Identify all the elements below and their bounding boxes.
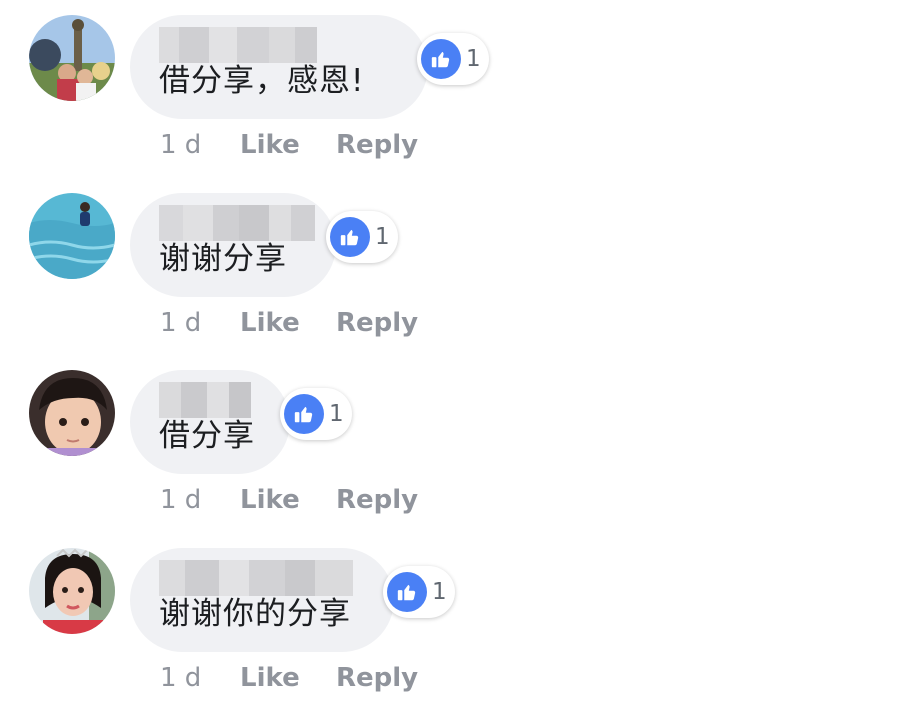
comment-actions: 1 d Like Reply <box>160 658 418 698</box>
author-name-blurred[interactable] <box>159 560 353 596</box>
comment-actions: 1 d Like Reply <box>160 480 418 520</box>
like-link[interactable]: Like <box>240 130 336 160</box>
thumbs-up-icon <box>284 394 324 434</box>
like-link[interactable]: Like <box>240 308 336 338</box>
avatar[interactable] <box>29 15 115 101</box>
comment-text: 借分享 <box>159 418 255 454</box>
comment-actions: 1 d Like Reply <box>160 125 418 165</box>
author-name-blurred[interactable] <box>159 205 315 241</box>
reaction-count: 1 <box>432 579 447 605</box>
avatar[interactable] <box>29 193 115 279</box>
like-link[interactable]: Like <box>240 485 336 515</box>
avatar[interactable] <box>29 370 115 456</box>
thumbs-up-icon <box>330 217 370 257</box>
comment-text: 谢谢你的分享 <box>159 596 351 632</box>
comment-item: 谢谢分享 1 1 d Like Reply <box>0 178 900 348</box>
comment-bubble: 谢谢分享 <box>130 193 336 297</box>
timestamp[interactable]: 1 d <box>160 485 240 515</box>
timestamp[interactable]: 1 d <box>160 130 240 160</box>
reply-link[interactable]: Reply <box>336 663 418 693</box>
comment-item: 借分享 1 1 d Like Reply <box>0 355 900 525</box>
like-link[interactable]: Like <box>240 663 336 693</box>
reaction-count: 1 <box>375 224 390 250</box>
comment-bubble: 借分享，感恩! <box>130 15 428 119</box>
comment-item: 借分享，感恩! 1 1 d Like Reply <box>0 0 900 170</box>
author-name-blurred[interactable] <box>159 27 317 63</box>
reaction-summary[interactable]: 1 <box>280 388 352 440</box>
reaction-summary[interactable]: 1 <box>417 33 489 85</box>
reaction-count: 1 <box>329 401 344 427</box>
timestamp[interactable]: 1 d <box>160 308 240 338</box>
reaction-count: 1 <box>466 46 481 72</box>
comment-bubble: 谢谢你的分享 <box>130 548 394 652</box>
reply-link[interactable]: Reply <box>336 130 418 160</box>
thumbs-up-icon <box>387 572 427 612</box>
comment-text: 谢谢分享 <box>159 241 287 277</box>
comment-text: 借分享，感恩! <box>159 63 365 99</box>
author-name-blurred[interactable] <box>159 382 251 418</box>
thumbs-up-icon <box>421 39 461 79</box>
reaction-summary[interactable]: 1 <box>326 211 398 263</box>
avatar[interactable] <box>29 548 115 634</box>
reply-link[interactable]: Reply <box>336 308 418 338</box>
timestamp[interactable]: 1 d <box>160 663 240 693</box>
reply-link[interactable]: Reply <box>336 485 418 515</box>
comment-bubble: 借分享 <box>130 370 290 474</box>
comment-actions: 1 d Like Reply <box>160 303 418 343</box>
reaction-summary[interactable]: 1 <box>383 566 455 618</box>
comment-item: 谢谢你的分享 1 1 d Like Reply <box>0 533 900 703</box>
